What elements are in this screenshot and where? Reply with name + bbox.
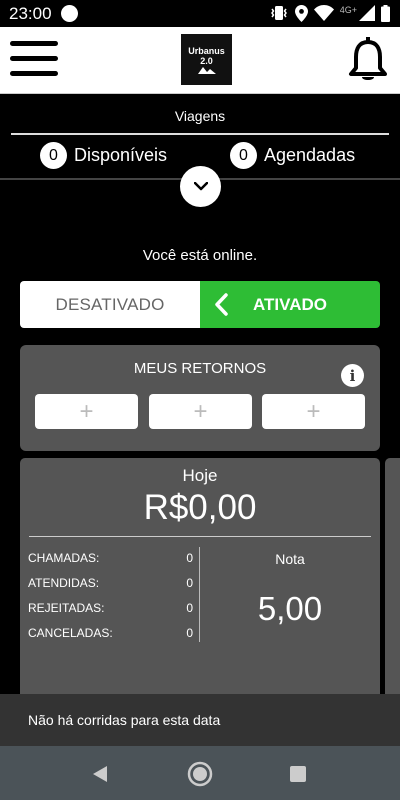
my-returns-card: MEUS RETORNOS i + + + <box>20 345 380 451</box>
bell-icon[interactable] <box>348 35 388 83</box>
stat-value: 0 <box>186 626 193 640</box>
notification-dot-icon <box>61 5 78 22</box>
rating-value: 5,00 <box>257 590 323 627</box>
stat-value: 0 <box>186 576 193 590</box>
plus-icon: + <box>79 397 94 425</box>
vibrate-icon <box>270 6 287 20</box>
available-count-badge: 0 <box>40 142 67 169</box>
back-icon[interactable] <box>86 760 114 788</box>
return-slot-3[interactable]: + <box>262 394 365 429</box>
trips-title: Viagens <box>174 108 226 124</box>
expand-trips-button[interactable] <box>180 166 221 207</box>
today-summary-card: Hoje R$0,00 CHAMADAS: 0 ATENDIDAS: 0 REJ… <box>20 458 380 718</box>
chevron-down-icon <box>193 182 208 191</box>
snackbar: Não há corridas para esta data <box>0 694 400 746</box>
stat-label: ATENDIDAS: <box>28 576 100 590</box>
stat-label: CANCELADAS: <box>28 626 113 640</box>
chevron-left-icon <box>215 293 228 316</box>
trips-divider <box>11 133 389 135</box>
return-slot-1[interactable]: + <box>35 394 138 429</box>
plus-icon: + <box>193 397 208 425</box>
today-title: Hoje <box>182 466 218 485</box>
stat-row-attended: ATENDIDAS: 0 <box>28 576 193 590</box>
logo-text: Urbanus <box>188 45 225 56</box>
snackbar-text: Não há corridas para esta data <box>28 712 221 728</box>
rating-label: Nota <box>275 551 305 567</box>
status-time: 23:00 <box>9 4 52 23</box>
battery-icon <box>381 4 390 22</box>
toggle-on-option[interactable]: ATIVADO <box>200 281 380 328</box>
online-status-text: Você está online. <box>142 247 258 264</box>
available-label: Disponíveis <box>74 145 168 165</box>
online-toggle[interactable]: DESATIVADO ATIVADO <box>20 281 380 328</box>
info-icon[interactable]: i <box>341 364 364 387</box>
scheduled-count-badge: 0 <box>230 142 257 169</box>
signal-icon <box>359 5 375 21</box>
today-divider <box>29 536 371 537</box>
today-earnings: R$0,00 <box>143 488 257 527</box>
scheduled-trips[interactable]: 0 Agendadas <box>230 142 355 169</box>
app-header: Urbanus 2.0 <box>0 27 400 94</box>
recents-icon[interactable] <box>284 760 312 788</box>
home-icon[interactable] <box>186 760 214 788</box>
available-trips[interactable]: 0 Disponíveis <box>40 142 167 169</box>
plus-icon: + <box>306 397 321 425</box>
returns-title: MEUS RETORNOS <box>133 360 267 377</box>
wifi-icon <box>313 5 334 21</box>
logo-version: 2.0 <box>200 55 213 66</box>
network-type: 4G+ <box>339 5 357 15</box>
stat-row-cancelled: CANCELADAS: 0 <box>28 626 193 640</box>
status-icons: 4G+ <box>269 4 390 22</box>
stat-row-calls: CHAMADAS: 0 <box>28 551 193 565</box>
next-card-edge <box>385 458 400 718</box>
toggle-off-option[interactable]: DESATIVADO <box>20 281 200 328</box>
urbanus-logo: Urbanus 2.0 <box>181 34 232 85</box>
location-icon <box>294 4 308 22</box>
menu-icon[interactable] <box>10 39 58 79</box>
stat-label: REJEITADAS: <box>28 601 105 615</box>
status-bar: 23:00 4G+ <box>0 0 400 27</box>
return-slot-2[interactable]: + <box>149 394 252 429</box>
system-nav-bar <box>0 746 400 800</box>
stat-row-rejected: REJEITADAS: 0 <box>28 601 193 615</box>
mountain-icon <box>197 66 216 74</box>
stat-value: 0 <box>186 551 193 565</box>
scheduled-label: Agendadas <box>264 145 356 165</box>
toggle-on-label: ATIVADO <box>253 294 327 314</box>
stat-value: 0 <box>186 601 193 615</box>
stat-label: CHAMADAS: <box>28 551 100 565</box>
